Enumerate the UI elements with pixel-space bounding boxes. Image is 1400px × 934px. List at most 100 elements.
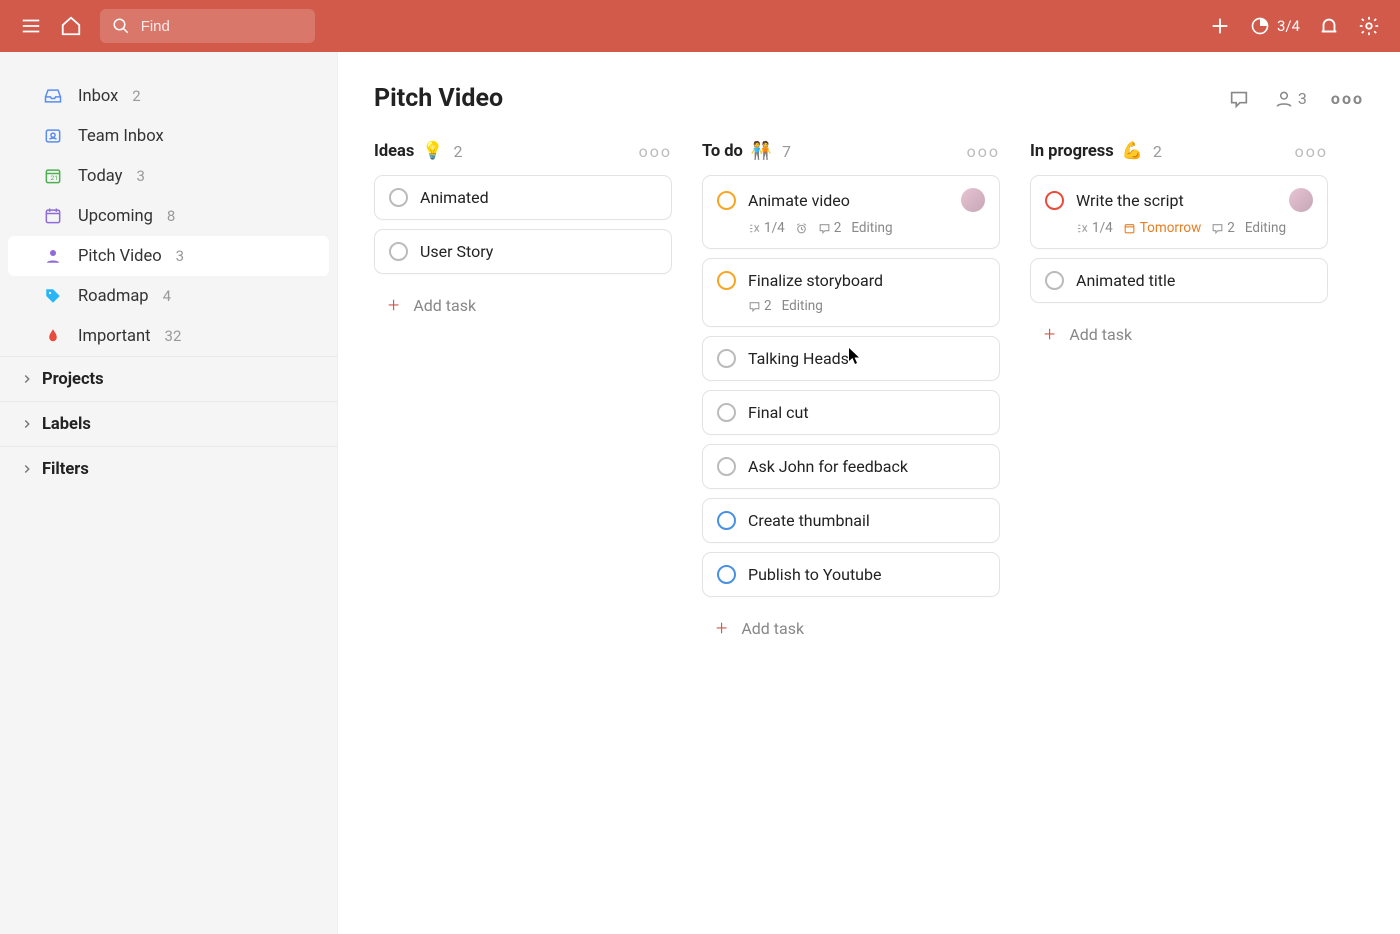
team-inbox-icon	[42, 125, 64, 147]
task-checkbox[interactable]	[389, 188, 408, 207]
task-card[interactable]: Final cut	[702, 390, 1000, 435]
add-task-label: Add task	[1069, 325, 1132, 344]
task-title: Animated	[420, 188, 657, 207]
tag-icon	[42, 285, 64, 307]
sidebar-item-team-inbox[interactable]: Team Inbox	[0, 116, 337, 156]
bell-icon[interactable]	[1318, 15, 1340, 37]
sidebar-item-inbox[interactable]: Inbox 2	[0, 76, 337, 116]
task-checkbox[interactable]	[717, 457, 736, 476]
task-meta: 1/4 2 Editing	[748, 220, 985, 236]
sidebar-item-roadmap[interactable]: Roadmap 4	[0, 276, 337, 316]
chevron-right-icon	[16, 458, 38, 480]
task-title: Create thumbnail	[748, 511, 985, 530]
members-count: 3	[1298, 89, 1307, 108]
sidebar-group-labels[interactable]: Labels	[0, 401, 337, 446]
task-checkbox[interactable]	[717, 349, 736, 368]
sidebar-item-pitch-video[interactable]: Pitch Video 3	[8, 236, 329, 276]
sidebar-item-count: 32	[165, 327, 182, 345]
search-box[interactable]	[100, 9, 315, 43]
sidebar-item-label: Inbox	[78, 87, 118, 106]
plus-icon: +	[388, 293, 399, 317]
task-card[interactable]: Animate video 1/4 2 Editing	[702, 175, 1000, 249]
sidebar-item-label: Today	[78, 167, 122, 186]
sidebar-item-count: 8	[167, 207, 175, 225]
board-column: Ideas 💡 2 ooo Animated User Story+Add ta…	[374, 141, 672, 327]
sidebar-item-today[interactable]: 21 Today 3	[0, 156, 337, 196]
task-card[interactable]: Ask John for feedback	[702, 444, 1000, 489]
column-title: In progress	[1030, 142, 1114, 161]
column-emoji-icon: 💪	[1122, 141, 1143, 161]
sidebar-group-filters[interactable]: Filters	[0, 446, 337, 491]
task-card[interactable]: Talking Heads	[702, 336, 1000, 381]
sidebar-item-important[interactable]: Important 32	[0, 316, 337, 356]
add-task-label: Add task	[413, 296, 476, 315]
column-emoji-icon: 💡	[422, 141, 443, 161]
comments-button[interactable]	[1228, 88, 1250, 110]
task-status: Editing	[851, 220, 892, 236]
subtask-count: 1/4	[748, 220, 785, 236]
plus-icon: +	[1044, 322, 1055, 346]
task-checkbox[interactable]	[717, 565, 736, 584]
add-icon[interactable]	[1209, 15, 1231, 37]
task-title: Talking Heads	[748, 349, 985, 368]
sidebar-item-label: Pitch Video	[78, 247, 162, 266]
column-title: To do	[702, 142, 743, 161]
comment-count: 2	[818, 220, 842, 236]
task-card[interactable]: Publish to Youtube	[702, 552, 1000, 597]
sidebar-group-projects[interactable]: Projects	[0, 356, 337, 401]
column-emoji-icon: 🧑‍🤝‍🧑	[751, 141, 772, 161]
task-title: User Story	[420, 242, 657, 261]
sidebar-group-label: Labels	[42, 415, 91, 434]
gear-icon[interactable]	[1358, 15, 1380, 37]
task-checkbox[interactable]	[1045, 271, 1064, 290]
menu-icon[interactable]	[20, 15, 42, 37]
calendar-today-icon: 21	[42, 165, 64, 187]
more-button[interactable]: ooo	[1331, 89, 1364, 108]
sidebar: Inbox 2 Team Inbox 21 Today 3 Upcoming 8…	[0, 52, 338, 934]
task-checkbox[interactable]	[717, 403, 736, 422]
add-task-button[interactable]: +Add task	[702, 606, 1000, 650]
comment-count: 2	[748, 298, 772, 314]
svg-text:21: 21	[51, 174, 58, 182]
members-button[interactable]: 3	[1274, 89, 1307, 109]
person-icon	[42, 245, 64, 267]
search-input[interactable]	[141, 18, 303, 35]
add-task-button[interactable]: + Add task	[374, 283, 672, 327]
add-task-button[interactable]: + Add task	[1030, 312, 1328, 356]
column-more-button[interactable]: ooo	[967, 142, 1000, 161]
progress-text: 3/4	[1277, 17, 1300, 35]
task-card[interactable]: Animated	[374, 175, 672, 220]
progress-indicator[interactable]: 3/4	[1249, 15, 1300, 37]
task-checkbox[interactable]	[717, 271, 736, 290]
reminder-icon	[795, 222, 808, 235]
home-icon[interactable]	[60, 15, 82, 37]
task-checkbox[interactable]	[717, 511, 736, 530]
column-more-button[interactable]: ooo	[639, 142, 672, 161]
task-checkbox[interactable]	[389, 242, 408, 261]
task-checkbox[interactable]	[1045, 191, 1064, 210]
task-card[interactable]: User Story	[374, 229, 672, 274]
sidebar-item-count: 4	[163, 287, 171, 305]
task-card[interactable]: Write the script1/4Tomorrow2Editing	[1030, 175, 1328, 249]
task-meta: 2Editing	[748, 298, 985, 314]
task-status: Editing	[1245, 220, 1286, 236]
task-checkbox[interactable]	[717, 191, 736, 210]
task-card[interactable]: Animated title	[1030, 258, 1328, 303]
page-title: Pitch Video	[374, 84, 503, 113]
chevron-right-icon	[16, 368, 38, 390]
sidebar-item-upcoming[interactable]: Upcoming 8	[0, 196, 337, 236]
calendar-icon	[42, 205, 64, 227]
sidebar-item-count: 2	[132, 87, 140, 105]
plus-icon: +	[716, 616, 727, 640]
task-card[interactable]: Create thumbnail	[702, 498, 1000, 543]
task-title: Animate video	[748, 191, 949, 210]
task-card[interactable]: Finalize storyboard2Editing	[702, 258, 1000, 327]
sidebar-group-label: Filters	[42, 460, 89, 479]
column-more-button[interactable]: ooo	[1295, 142, 1328, 161]
sidebar-item-label: Important	[78, 327, 151, 346]
column-count: 2	[454, 142, 463, 161]
avatar	[1289, 188, 1313, 212]
column-count: 2	[1153, 142, 1162, 161]
search-icon	[112, 15, 131, 37]
board-column: To do 🧑‍🤝‍🧑 7 ooo Animate video1/42Editi…	[702, 141, 1000, 650]
